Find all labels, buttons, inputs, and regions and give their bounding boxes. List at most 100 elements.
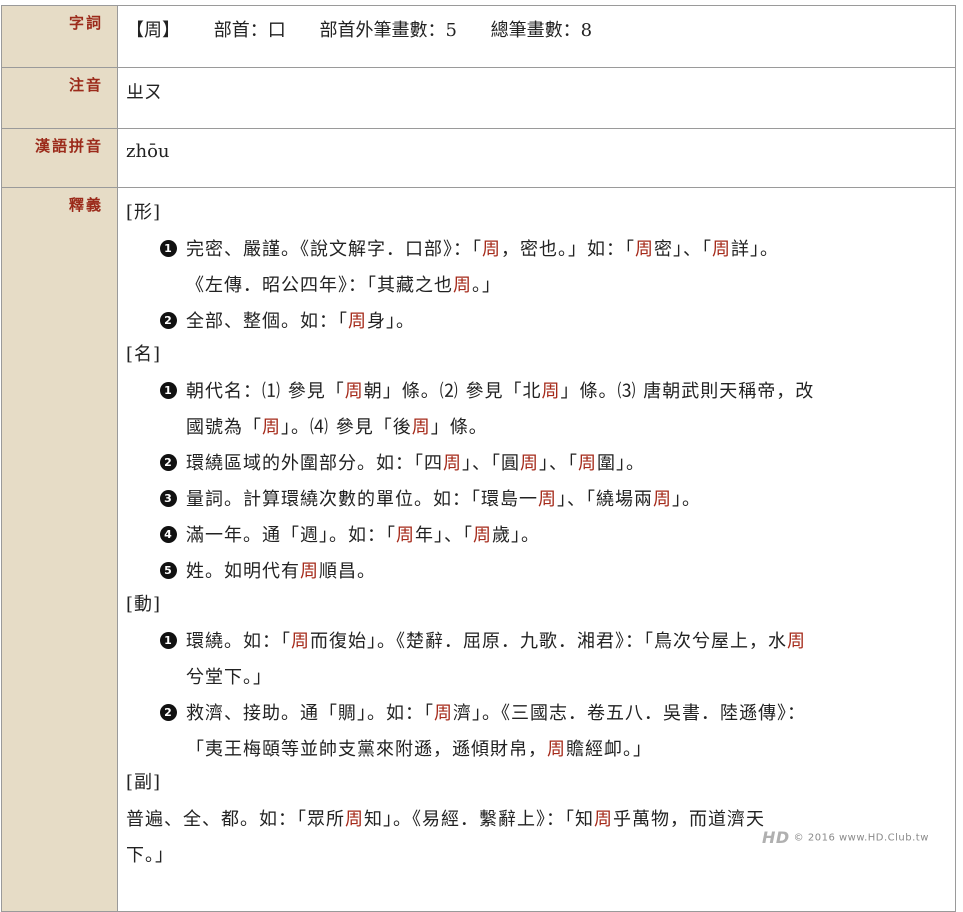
- definition-text: 歲」。: [492, 525, 540, 546]
- headword-highlight: 周: [348, 311, 367, 332]
- definition-text: 贍經卹。」: [566, 739, 652, 760]
- sense-item: 2 全部、整個。如：「周身」。: [126, 304, 955, 340]
- definition-text: 詳」。: [731, 239, 779, 260]
- sense-line: 國號為「周」。⑷ 參見「後周」條。: [186, 410, 935, 446]
- definition-text: 國號為「: [186, 417, 262, 438]
- sense-line: 「夷王梅頤等並帥支黨來附遜，遜傾財帛，周贍經卹。」: [186, 732, 935, 768]
- pos-label-xing: [形]: [126, 202, 162, 223]
- definition-text: 「夷王梅頤等並帥支黨來附遜，遜傾財帛，: [186, 739, 547, 760]
- headword-highlight: 周: [538, 489, 557, 510]
- sense-line: 兮堂下。」: [186, 660, 935, 696]
- sense-item: 2 救濟、接助。通「賙」。如：「周濟」。《三國志．卷五八．吳書．陸遜傳》： 「夷王梅…: [126, 696, 955, 768]
- row-pinyin: 漢語拼音 zhōu: [1, 128, 956, 188]
- definition-text: 姓。如明代有: [186, 561, 300, 582]
- definition-text: 」。: [672, 489, 701, 510]
- headword-highlight: 周: [345, 809, 364, 830]
- definition-text: ，密也。」如：「: [501, 239, 635, 260]
- label-zici: 字詞: [1, 5, 118, 68]
- definition-text: 」條。⑶ 唐朝武則天稱帝，改: [560, 381, 815, 402]
- definition-text: 《左傳．昭公四年》：「其藏之也: [186, 275, 453, 296]
- pos-label-fu: [副]: [126, 772, 162, 793]
- number-icon: 5: [160, 562, 177, 579]
- definition-text: 環繞區域的外圍部分。如：「四: [186, 453, 443, 474]
- headword-highlight: 周: [787, 631, 806, 652]
- sense-item: 3 量詞。計算環繞次數的單位。如：「環島一周」、「繞場兩周」。: [126, 482, 955, 518]
- entry-header: 【周】 部首：口 部首外筆畫數：5 總筆畫數：8: [117, 5, 956, 68]
- number-icon: 2: [160, 704, 177, 721]
- sense-item: 1 環繞。如：「周而復始」。《楚辭．屈原．九歌．湘君》：「鳥次兮屋上，水周 兮堂下。…: [126, 624, 955, 696]
- definition-text: 普遍、全、都。如：「眾所: [126, 809, 345, 830]
- row-shiyi: 釋義 [形] 1 完密、嚴謹。《說文解字．口部》：「周，密也。」如：「周密」、「周…: [1, 187, 956, 912]
- headword-highlight: 周: [300, 561, 319, 582]
- definition-text: 完密、嚴謹。《說文解字．口部》：「: [186, 239, 482, 260]
- definition-text: 朝代名：⑴ 參見「: [186, 381, 345, 402]
- definition-text: 順昌。: [319, 561, 376, 582]
- definition-text: 下。」: [126, 845, 174, 866]
- number-icon: 4: [160, 526, 177, 543]
- definition-text: 量詞。計算環繞次數的單位。如：「環島一: [186, 489, 538, 510]
- definition-text: 圍」。: [597, 453, 645, 474]
- watermark-text: © 2016 www.HD.Club.tw: [793, 832, 929, 844]
- sense-item: 4 滿一年。通「週」。如：「周年」、「周歲」。: [126, 518, 955, 554]
- sense-line: 環繞區域的外圍部分。如：「四周」、「圓周」、「周圍」。: [186, 446, 935, 482]
- headword-highlight: 周: [344, 381, 364, 402]
- sense-line: 《左傳．昭公四年》：「其藏之也周。」: [186, 268, 935, 304]
- number-icon: 2: [160, 454, 177, 471]
- sense-line: 全部、整個。如：「周身」。: [186, 304, 935, 340]
- headword-highlight: 周: [547, 739, 566, 760]
- headword-highlight: 周: [396, 525, 415, 546]
- entry-pinyin: zhōu: [117, 128, 956, 188]
- label-pinyin: 漢語拼音: [1, 128, 118, 188]
- headword-highlight: 周: [262, 417, 281, 438]
- number-icon: 1: [160, 382, 177, 399]
- definition-text: 」、「圓: [462, 453, 520, 474]
- pos-label-dong: [動]: [126, 594, 162, 615]
- headword-highlight: 周: [653, 489, 672, 510]
- sense-list-dong: 1 環繞。如：「周而復始」。《楚辭．屈原．九歌．湘君》：「鳥次兮屋上，水周 兮堂下。…: [126, 624, 955, 768]
- dictionary-table: 字詞 【周】 部首：口 部首外筆畫數：5 總筆畫數：8 注音 ㄓㄡ 漢語拼音 z…: [1, 5, 956, 912]
- definitions: [形] 1 完密、嚴謹。《說文解字．口部》：「周，密也。」如：「周密」、「周詳」。…: [117, 187, 956, 912]
- sense-item: 2 環繞區域的外圍部分。如：「四周」、「圓周」、「周圍」。: [126, 446, 955, 482]
- sense-item: 5 姓。如明代有周順昌。: [126, 554, 955, 590]
- sense-line: 環繞。如：「周而復始」。《楚辭．屈原．九歌．湘君》：「鳥次兮屋上，水周: [186, 624, 935, 660]
- number-icon: 2: [160, 312, 177, 329]
- definition-text: 救濟、接助。通「賙」。如：「: [186, 703, 434, 724]
- headword-highlight: 周: [541, 381, 561, 402]
- sense-list-xing: 1 完密、嚴謹。《說文解字．口部》：「周，密也。」如：「周密」、「周詳」。 《左傳．…: [126, 232, 955, 340]
- sense-item: 1 完密、嚴謹。《說文解字．口部》：「周，密也。」如：「周密」、「周詳」。 《左傳．…: [126, 232, 955, 304]
- row-zici: 字詞 【周】 部首：口 部首外筆畫數：5 總筆畫數：8: [1, 5, 956, 68]
- headword-highlight: 周: [434, 703, 453, 724]
- entry-radical: 部首：口: [213, 20, 286, 41]
- definition-text: 」。⑷ 參見「後: [281, 417, 412, 438]
- definition-text: 濟」。《三國志．卷五八．吳書．陸遜傳》：: [453, 703, 806, 724]
- watermark: HD © 2016 www.HD.Club.tw: [762, 828, 929, 847]
- label-zhuyin: 注音: [1, 67, 118, 129]
- entry-stroke-outside: 部首外筆畫數：5: [319, 20, 457, 41]
- sense-line: 救濟、接助。通「賙」。如：「周濟」。《三國志．卷五八．吳書．陸遜傳》：: [186, 696, 935, 732]
- headword-highlight: 周: [473, 525, 492, 546]
- pos-label-ming: [名]: [126, 344, 162, 365]
- number-icon: 3: [160, 490, 177, 507]
- definition-text: 朝」條。⑵ 參見「北: [363, 381, 542, 402]
- sense-line: 朝代名：⑴ 參見「周朝」條。⑵ 參見「北周」條。⑶ 唐朝武則天稱帝，改: [186, 374, 935, 410]
- headword-highlight: 周: [443, 453, 462, 474]
- headword-highlight: 周: [291, 631, 310, 652]
- entry-zhuyin: ㄓㄡ: [117, 67, 956, 129]
- sense-list-ming: 1 朝代名：⑴ 參見「周朝」條。⑵ 參見「北周」條。⑶ 唐朝武則天稱帝，改 國號為「…: [126, 374, 955, 590]
- definition-text: 滿一年。通「週」。如：「: [186, 525, 396, 546]
- definition-text: 年」、「: [415, 525, 473, 546]
- headword-highlight: 周: [453, 275, 472, 296]
- definition-text: 。」: [472, 275, 501, 296]
- definition-text: 」、「: [539, 453, 578, 474]
- headword-highlight: 周: [578, 453, 597, 474]
- row-zhuyin: 注音 ㄓㄡ: [1, 67, 956, 129]
- definition-text: 」條。: [430, 417, 488, 438]
- sense-line: 完密、嚴謹。《說文解字．口部》：「周，密也。」如：「周密」、「周詳」。: [186, 232, 935, 268]
- definition-text: 兮堂下。」: [186, 667, 272, 688]
- definition-text: 」、「繞場兩: [557, 489, 653, 510]
- entry-char: 【周】: [126, 20, 180, 41]
- definition-text: 知」。《易經．繫辭上》：「知: [364, 809, 594, 830]
- definition-text: 而復始」。《楚辭．屈原．九歌．湘君》：「鳥次兮屋上，水: [310, 631, 787, 652]
- definition-text: 環繞。如：「: [186, 631, 291, 652]
- headword-highlight: 周: [482, 239, 501, 260]
